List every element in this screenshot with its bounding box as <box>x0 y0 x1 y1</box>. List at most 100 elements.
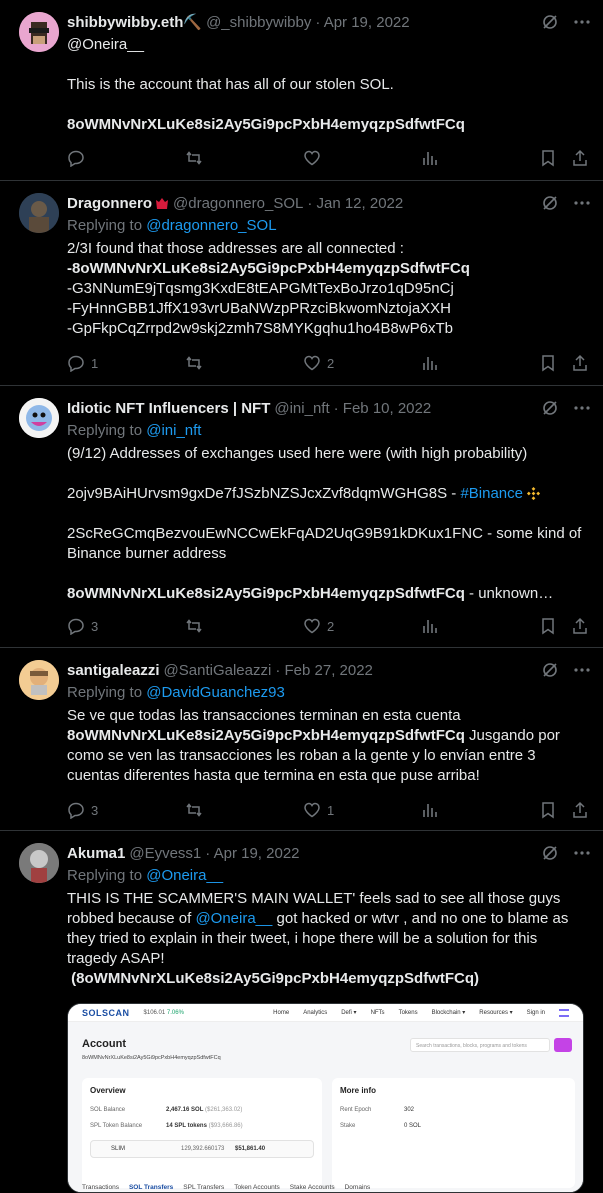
retweet-button[interactable] <box>185 617 263 635</box>
inline-mention[interactable]: @Oneira__ <box>195 910 272 927</box>
views-icon[interactable] <box>421 617 499 635</box>
more-icon[interactable] <box>573 13 591 31</box>
tweet-text: Se ve que todas las transacciones termin… <box>67 707 461 724</box>
like-button[interactable]: 2 <box>303 354 381 372</box>
tab[interactable]: Transactions <box>82 1184 119 1191</box>
views-icon[interactable] <box>421 149 499 167</box>
author-name[interactable]: santigaleazzi <box>67 661 160 681</box>
tweet-text: This is the account that has all of our … <box>67 76 394 93</box>
tweet[interactable]: Dragonnero @dragonnero_SOL · Jan 12, 202… <box>0 181 603 386</box>
author-handle[interactable]: @ini_nft <box>274 399 329 419</box>
search-input[interactable]: Search transactions, blocks, programs an… <box>410 1038 550 1052</box>
retweet-button[interactable] <box>185 801 263 819</box>
more-icon[interactable] <box>573 194 591 212</box>
tab[interactable]: Domains <box>345 1184 371 1191</box>
nav-item[interactable]: NFTs <box>371 1010 385 1016</box>
avatar[interactable] <box>19 660 59 700</box>
replying-label: Replying to <box>67 422 143 439</box>
retweet-button[interactable] <box>185 354 263 372</box>
avatar[interactable] <box>19 843 59 883</box>
tweet-text: 2/3I found that those addresses are all … <box>67 240 404 257</box>
bookmark-icon[interactable] <box>539 801 557 819</box>
grok-icon[interactable] <box>541 399 559 417</box>
like-button[interactable]: 1 <box>303 801 381 819</box>
solscan-logo: SOLSCAN <box>82 1007 130 1018</box>
nav-item[interactable]: Analytics <box>303 1010 327 1016</box>
more-info-card: More info Rent Epoch 302 Stake 0 SOL <box>332 1078 575 1188</box>
more-icon[interactable] <box>573 844 591 862</box>
author-name[interactable]: shibbywibby.eth⛏️ <box>67 13 202 33</box>
replying-label: Replying to <box>67 684 143 701</box>
replying-label: Replying to <box>67 867 143 884</box>
bookmark-icon[interactable] <box>539 354 557 372</box>
address-line: 2ScReGCmqBezvouEwNCCwEkFqAD2UqG9B91kDKux… <box>67 525 586 562</box>
token-select[interactable]: SLIM 129,392.660173 $51,861.40 <box>90 1140 314 1158</box>
reply-button[interactable]: 3 <box>67 801 145 819</box>
reply-mention[interactable]: @Oneira__ <box>67 35 591 55</box>
more-icon[interactable] <box>573 661 591 679</box>
overview-card: Overview SOL Balance 2,467.16 SOL ($261,… <box>82 1078 322 1188</box>
menu-icon[interactable] <box>559 1008 569 1017</box>
replying-label: Replying to <box>67 217 143 234</box>
views-icon[interactable] <box>421 801 499 819</box>
avatar[interactable] <box>19 12 59 52</box>
reply-mention[interactable]: @Oneira__ <box>146 867 223 884</box>
reply-mention[interactable]: @dragonnero_SOL <box>146 217 276 234</box>
like-button[interactable]: 2 <box>303 617 381 635</box>
nav-item[interactable]: Tokens <box>399 1010 418 1016</box>
share-icon[interactable] <box>571 149 589 167</box>
tweet-date[interactable]: · Feb 27, 2022 <box>275 661 373 681</box>
share-icon[interactable] <box>571 801 589 819</box>
reply-button[interactable]: 1 <box>67 354 145 372</box>
reply-button[interactable] <box>67 149 145 167</box>
wallet-address: (8oWMNvNrXLuKe8si2Ay5Gi9pcPxbH4emyqzpSdf… <box>67 970 480 987</box>
binance-icon <box>526 486 541 501</box>
grok-icon[interactable] <box>541 661 559 679</box>
tweet-date[interactable]: · Jan 12, 2022 <box>307 194 403 214</box>
grok-icon[interactable] <box>541 13 559 31</box>
like-button[interactable] <box>303 149 381 167</box>
bookmark-icon[interactable] <box>539 617 557 635</box>
tweet[interactable]: santigaleazzi @SantiGaleazzi · Feb 27, 2… <box>0 648 603 831</box>
tweet[interactable]: Idiotic NFT Influencers | NFT @ini_nft ·… <box>0 386 603 648</box>
tweet[interactable]: shibbywibby.eth⛏️ @_shibbywibby · Apr 19… <box>0 0 603 181</box>
author-name[interactable]: Dragonnero <box>67 194 152 214</box>
tab[interactable]: SOL Transfers <box>129 1184 173 1191</box>
embedded-image-solscan[interactable]: SOLSCAN $106.01 7.06% Home Analytics Def… <box>67 1003 584 1193</box>
hashtag-link[interactable]: #Binance <box>460 485 523 502</box>
author-handle[interactable]: @SantiGaleazzi <box>164 661 272 681</box>
nav-item[interactable]: Resources ▾ <box>479 1009 512 1016</box>
nav-item[interactable]: Blockchain ▾ <box>432 1009 466 1016</box>
tweet-text-tail: - unknown… <box>464 585 554 602</box>
tweet-date[interactable]: · Feb 10, 2022 <box>334 399 432 419</box>
author-handle[interactable]: @Eyvess1 <box>129 844 201 864</box>
wallet-address: 8oWMNvNrXLuKe8si2Ay5Gi9pcPxbH4emyqzpSdfw… <box>67 585 465 602</box>
tab[interactable]: SPL Transfers <box>183 1184 224 1191</box>
tweet-date[interactable]: · Apr 19, 2022 <box>315 13 409 33</box>
more-icon[interactable] <box>573 399 591 417</box>
share-icon[interactable] <box>571 354 589 372</box>
reply-mention[interactable]: @DavidGuanchez93 <box>146 684 285 701</box>
nav-item[interactable]: Home <box>273 1010 289 1016</box>
share-icon[interactable] <box>571 617 589 635</box>
tweet-date[interactable]: · Apr 19, 2022 <box>205 844 299 864</box>
bookmark-icon[interactable] <box>539 149 557 167</box>
grok-icon[interactable] <box>541 194 559 212</box>
grok-icon[interactable] <box>541 844 559 862</box>
views-icon[interactable] <box>421 354 499 372</box>
author-handle[interactable]: @dragonnero_SOL <box>173 194 303 214</box>
avatar[interactable] <box>19 193 59 233</box>
tab[interactable]: Token Accounts <box>234 1184 280 1191</box>
reply-mention[interactable]: @ini_nft <box>146 422 201 439</box>
author-handle[interactable]: @_shibbywibby <box>206 13 311 33</box>
author-name[interactable]: Akuma1 <box>67 844 125 864</box>
reply-button[interactable]: 3 <box>67 617 145 635</box>
nav-item[interactable]: Sign in <box>527 1010 545 1016</box>
retweet-button[interactable] <box>185 149 263 167</box>
nav-item[interactable]: Defi ▾ <box>341 1009 356 1016</box>
search-button[interactable] <box>554 1038 572 1052</box>
author-name[interactable]: Idiotic NFT Influencers | NFT <box>67 399 270 419</box>
tweet-text: (9/12) Addresses of exchanges used here … <box>67 445 528 462</box>
tab[interactable]: Stake Accounts <box>290 1184 335 1191</box>
avatar[interactable] <box>19 398 59 438</box>
